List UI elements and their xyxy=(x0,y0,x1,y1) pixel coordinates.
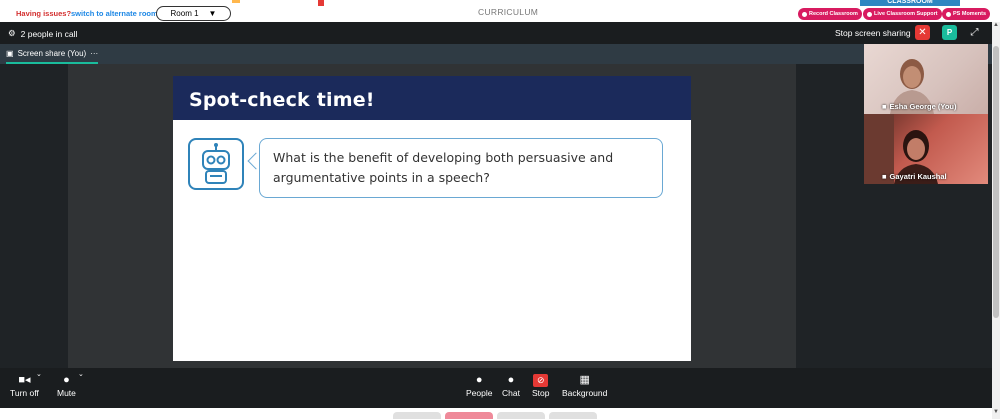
classroom-tab[interactable]: CLASSROOM xyxy=(860,0,960,6)
shared-slide: Spot-check time! What is the benefit of … xyxy=(173,76,691,361)
expand-icon[interactable]: ⤢ xyxy=(967,25,982,40)
room-select[interactable]: Room 1 ▼ xyxy=(156,6,231,21)
question-text: What is the benefit of developing both p… xyxy=(273,150,614,185)
record-label: Record Classroom xyxy=(809,11,858,17)
having-issues-label: Having issues? xyxy=(16,9,72,18)
chevron-down-icon[interactable]: ⌄ xyxy=(78,370,84,378)
p-badge[interactable]: P xyxy=(942,25,957,40)
stop-share-icon: ⊘ xyxy=(532,372,550,388)
participant-name: ■ Esha George (You) xyxy=(882,102,957,111)
turn-off-video-button[interactable]: ■◂ Turn off xyxy=(10,372,39,398)
people-button[interactable]: ● People xyxy=(466,372,492,398)
slide-title: Spot-check time! xyxy=(189,89,375,111)
background-button[interactable]: ▦ Background xyxy=(562,372,607,398)
name-label: Esha George (You) xyxy=(889,102,957,111)
support-label: Live Classroom Support xyxy=(874,11,938,17)
person-icon: ● xyxy=(475,374,483,386)
robot-icon xyxy=(188,138,244,190)
stop-label: Stop xyxy=(532,388,550,398)
robot-drawing xyxy=(202,143,230,184)
room-value: Room 1 xyxy=(170,9,199,18)
camera-icon: ■ xyxy=(882,102,887,111)
dropdown-triangle-icon: ▼ xyxy=(208,9,217,18)
switch-room-link[interactable]: switch to alternate room xyxy=(71,9,158,18)
scroll-thumb[interactable] xyxy=(993,46,999,318)
people-label: People xyxy=(466,388,493,398)
live-support-button[interactable]: Live Classroom Support xyxy=(863,8,942,20)
background-label: Background xyxy=(562,388,608,398)
mute-button[interactable]: ● Mute xyxy=(57,372,76,398)
slide-header: Spot-check time! xyxy=(173,76,691,120)
tab-label: Screen share (You) xyxy=(17,49,87,58)
bottom-tab[interactable] xyxy=(549,412,597,419)
stop-share-button[interactable]: ⊘ Stop xyxy=(532,372,550,398)
decoration xyxy=(232,0,240,3)
people-count-label: 2 people in call xyxy=(20,28,78,39)
camera-icon: ■ xyxy=(882,172,887,181)
participant-tile[interactable]: ■ Esha George (You) xyxy=(864,44,988,114)
call-header: ⚙ 2 people in call Stop screen sharing ✕… xyxy=(0,22,992,44)
bottom-tab[interactable] xyxy=(497,412,545,419)
bottom-tab[interactable] xyxy=(445,412,493,419)
mute-label: Mute xyxy=(57,388,76,398)
stop-sharing-label[interactable]: Stop screen sharing xyxy=(835,28,911,38)
decoration xyxy=(318,0,324,6)
turn-off-label: Turn off xyxy=(10,388,39,398)
chevron-down-icon[interactable]: ⌄ xyxy=(36,370,42,378)
top-bar: Having issues? switch to alternate room … xyxy=(0,0,1000,22)
app-page: Having issues? switch to alternate room … xyxy=(0,0,1000,419)
chat-label: Chat xyxy=(502,388,520,398)
microphone-icon: ● xyxy=(63,374,70,386)
call-controls: ■◂ Turn off ⌄ ● Mute ⌄ ● People ● Chat ⊘… xyxy=(0,368,992,408)
more-icon[interactable]: ··· xyxy=(90,49,98,58)
record-icon xyxy=(802,11,807,17)
video-camera-icon: ■◂ xyxy=(18,374,31,386)
moments-icon xyxy=(946,11,951,17)
participant-name: ■ Gayatri Kaushal xyxy=(882,172,947,181)
gear-icon[interactable]: ⚙ xyxy=(8,28,16,39)
ps-moments-button[interactable]: PS Moments xyxy=(942,8,991,20)
people-count: ⚙ 2 people in call xyxy=(8,28,77,39)
page-scrollbar[interactable]: ▲ ▼ xyxy=(992,22,1000,419)
close-icon[interactable]: ✕ xyxy=(915,25,930,40)
name-label: Gayatri Kaushal xyxy=(889,172,947,181)
moments-label: PS Moments xyxy=(953,11,987,17)
tab-screen-share[interactable]: ▣ Screen share (You) ··· xyxy=(6,49,99,64)
participant-tile[interactable]: ■ Gayatri Kaushal xyxy=(864,114,988,184)
share-tab-bar: ▣ Screen share (You) ··· xyxy=(0,44,992,64)
bottom-tab[interactable] xyxy=(393,412,441,419)
support-icon xyxy=(867,11,872,17)
screen-share-icon: ▣ xyxy=(6,49,14,58)
chat-button[interactable]: ● Chat xyxy=(502,372,520,398)
record-classroom-button[interactable]: Record Classroom xyxy=(798,8,862,20)
curriculum-tab[interactable]: CURRICULUM xyxy=(478,7,538,17)
background-icon: ▦ xyxy=(579,374,590,386)
scroll-up-icon[interactable]: ▲ xyxy=(992,22,1000,32)
chat-bubble-icon: ● xyxy=(507,374,515,386)
scroll-down-icon[interactable]: ▼ xyxy=(992,409,1000,419)
